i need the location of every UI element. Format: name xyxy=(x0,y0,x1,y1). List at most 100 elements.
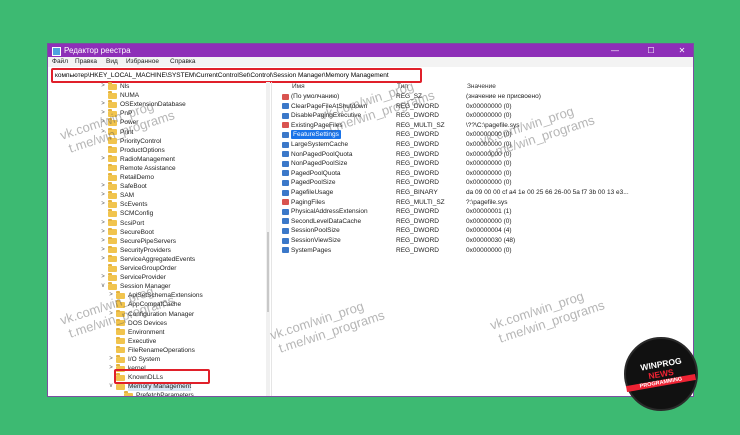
value-row[interactable]: NonPagedPoolQuota REG_DWORD 0x00000000 (0) xyxy=(272,150,693,159)
menu-edit[interactable]: Правка xyxy=(75,58,97,65)
chevron-right-icon[interactable]: > xyxy=(100,246,106,255)
menu-view[interactable]: Вид xyxy=(106,58,118,65)
binary-value-icon xyxy=(282,237,289,244)
tree-item[interactable]: > SafeBoot xyxy=(48,182,266,191)
value-row[interactable]: PhysicalAddressExtension REG_DWORD 0x00000… xyxy=(272,207,693,216)
tree-item-label: FileRenameOperations xyxy=(128,346,195,354)
tree-item[interactable]: Executive xyxy=(48,336,266,346)
folder-icon xyxy=(108,173,117,181)
tree-item-label: ScEvents xyxy=(120,201,148,209)
tree-item-label: I/O System xyxy=(128,356,161,363)
value-value: 0x00000000 (0) xyxy=(466,217,512,225)
chevron-right-icon[interactable]: > xyxy=(100,237,106,246)
string-value-icon xyxy=(282,93,289,100)
value-value: 0x00000001 (1) xyxy=(466,208,512,216)
chevron-down-icon[interactable]: v xyxy=(100,282,106,291)
value-type: REG_DWORD xyxy=(396,150,439,158)
tree-item-label: SCMConfig xyxy=(120,210,154,218)
tree-item[interactable]: > SecureBoot xyxy=(48,227,266,237)
value-row[interactable]: NonPagedPoolSize REG_DWORD 0x00000000 (0) xyxy=(272,159,693,168)
folder-icon xyxy=(108,91,117,99)
value-value: 0x00000000 (0) xyxy=(466,246,512,254)
chevron-right-icon[interactable]: > xyxy=(100,82,106,91)
tree-item[interactable]: ServiceGroupOrder xyxy=(48,264,266,273)
binary-value-icon xyxy=(282,208,289,215)
value-value: (значение не присвоено) xyxy=(466,93,541,100)
value-type: REG_MULTI_SZ xyxy=(396,198,445,206)
value-name: PhysicalAddressExtension xyxy=(291,208,368,216)
value-value: 0x00000000 (0) xyxy=(466,112,512,120)
chevron-right-icon[interactable]: > xyxy=(100,191,106,200)
maximize-button[interactable]: ☐ xyxy=(644,45,658,56)
address-bar[interactable]: компьютер\HKEY_LOCAL_MACHINE\SYSTEM\Curr… xyxy=(51,68,422,83)
tree-item[interactable]: > Nls xyxy=(48,82,266,91)
value-row[interactable]: PagedPoolSize REG_DWORD 0x00000000 (0) xyxy=(272,178,693,187)
chevron-right-icon[interactable]: > xyxy=(100,228,106,237)
binary-value-icon xyxy=(282,103,289,110)
value-type: REG_DWORD xyxy=(396,131,439,139)
binary-value-icon xyxy=(282,151,289,158)
value-row[interactable]: PagingFiles REG_MULTI_SZ ?:\pagefile.sys xyxy=(272,198,693,207)
chevron-right-icon[interactable]: > xyxy=(100,273,106,282)
tree-item-label: Nls xyxy=(120,83,130,90)
chevron-right-icon[interactable]: > xyxy=(100,255,106,264)
tree-item-label: SAM xyxy=(120,192,135,200)
value-row[interactable]: PagedPoolQuota REG_DWORD 0x00000000 (0) xyxy=(272,169,693,178)
value-row[interactable]: SystemPages REG_DWORD 0x00000000 (0) xyxy=(272,246,693,255)
value-row[interactable]: (По умолчанию) REG_SZ (значение не присвое… xyxy=(272,92,693,101)
chevron-right-icon[interactable]: > xyxy=(100,219,106,228)
chevron-right-icon[interactable]: > xyxy=(100,100,106,109)
tree-item[interactable]: PrefetchParameters xyxy=(48,391,266,396)
tree-item[interactable]: Remote Assistance xyxy=(48,163,266,173)
value-value: da 09 00 00 cf a4 1e 00 25 66 26-00 5a f… xyxy=(466,189,629,196)
tree-item[interactable]: > ScEvents xyxy=(48,200,266,209)
tree-item-label: RadioManagement xyxy=(120,155,175,163)
tree-item[interactable]: > ServiceAggregatedEvents xyxy=(48,254,266,264)
value-name: (По умолчанию) xyxy=(291,93,340,100)
tree-item[interactable]: SCMConfig xyxy=(48,209,266,218)
tree-item[interactable]: > SAM xyxy=(48,191,266,200)
tree-item[interactable]: > SecurityProviders xyxy=(48,245,266,255)
folder-icon xyxy=(108,273,117,281)
value-name: PagingFiles xyxy=(291,198,325,206)
tree-scrollbar[interactable] xyxy=(266,82,270,396)
tree-item-label: Environment xyxy=(128,328,165,336)
tree-item-label: Executive xyxy=(128,337,157,345)
tree-item[interactable]: FileRenameOperations xyxy=(48,345,266,355)
folder-icon xyxy=(108,245,117,254)
tree-item[interactable]: > ScsiPort xyxy=(48,218,266,228)
value-name: SecondLevelDataCache xyxy=(291,217,362,225)
folder-icon xyxy=(108,182,117,190)
folder-icon xyxy=(108,236,117,245)
column-name-header[interactable]: Имя xyxy=(292,82,305,91)
tree-item[interactable]: > RadioManagement xyxy=(48,154,266,164)
tree-item-label: PriorityControl xyxy=(120,137,162,145)
column-value-header[interactable]: Значение xyxy=(467,82,496,91)
chevron-right-icon[interactable]: > xyxy=(100,182,106,191)
value-row[interactable]: SessionViewSize REG_DWORD 0x00000030 (48) xyxy=(272,236,693,245)
menu-favorites[interactable]: Избранное xyxy=(126,58,159,65)
binary-value-icon xyxy=(282,247,289,254)
chevron-right-icon[interactable]: > xyxy=(108,355,114,364)
value-name: SessionViewSize xyxy=(291,237,341,244)
menu-file[interactable]: Файл xyxy=(52,58,68,65)
chevron-down-icon[interactable]: v xyxy=(108,382,114,391)
binary-value-icon xyxy=(282,189,289,196)
tree-item-label: SecureBoot xyxy=(120,228,154,236)
tree-item[interactable]: > SecurePipeServers xyxy=(48,236,266,246)
menu-help[interactable]: Справка xyxy=(170,58,196,65)
value-row[interactable]: SecondLevelDataCache REG_DWORD 0x00000000 … xyxy=(272,217,693,226)
tree-item[interactable]: > I/O System xyxy=(48,355,266,364)
value-type: REG_DWORD xyxy=(396,160,439,168)
tree-item-label: SecurePipeServers xyxy=(120,237,176,245)
value-row[interactable]: SessionPoolSize REG_DWORD 0x00000004 (4) xyxy=(272,226,693,235)
value-row[interactable]: PagefileUsage REG_BINARY da 09 00 00 cf a4… xyxy=(272,188,693,197)
tree-item[interactable]: RetailDemo xyxy=(48,173,266,182)
scrollbar-thumb[interactable] xyxy=(267,232,269,312)
close-button[interactable]: ✕ xyxy=(675,45,689,56)
chevron-right-icon[interactable]: > xyxy=(100,200,106,209)
minimize-button[interactable]: — xyxy=(608,45,622,56)
value-type: REG_DWORD xyxy=(396,169,439,177)
chevron-right-icon[interactable]: > xyxy=(100,155,106,164)
value-value: 0x00000000 (0) xyxy=(466,102,512,110)
